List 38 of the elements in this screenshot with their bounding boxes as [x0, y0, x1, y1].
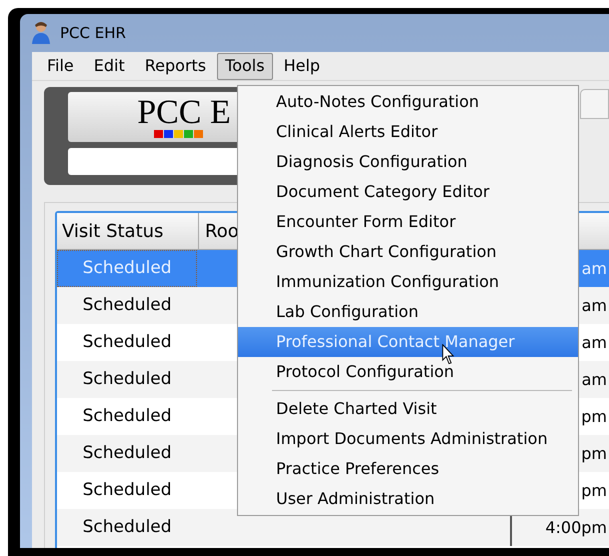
table-cell-text: Scheduled — [82, 442, 173, 465]
table-cell-text: Scheduled — [82, 478, 173, 502]
person-icon — [30, 21, 52, 45]
table-cell-text: Scheduled — [82, 368, 173, 391]
table-cell-text: am — [582, 258, 607, 280]
table-cell-text: am — [582, 294, 607, 316]
menu-item[interactable]: Practice Preferences — [238, 454, 578, 484]
menu-item[interactable]: Clinical Alerts Editor — [238, 117, 578, 147]
menu-item[interactable]: File — [38, 52, 83, 80]
column-header[interactable]: Visit Status — [57, 213, 199, 250]
menu-item[interactable]: Protocol Configuration — [238, 357, 578, 387]
table-cell-text: pm — [581, 480, 607, 502]
menu-item[interactable]: Document Category Editor — [238, 177, 578, 207]
window-title: PCC EHR — [60, 22, 126, 44]
menu-item[interactable]: Lab Configuration — [238, 297, 578, 327]
table-cell-text: am — [582, 368, 607, 390]
table-cell-text: pm — [581, 442, 607, 464]
menu-item[interactable]: Growth Chart Configuration — [238, 237, 578, 267]
menu-item[interactable]: Reports — [136, 52, 216, 80]
menu-item[interactable]: Import Documents Administration — [238, 424, 578, 454]
menu-item[interactable]: Tools — [217, 52, 273, 80]
logo-button[interactable]: PCC E — [68, 92, 240, 142]
menu-item[interactable]: Immunization Configuration — [238, 267, 578, 297]
table-cell-text: am — [582, 332, 607, 354]
menu-item[interactable]: Diagnosis Configuration — [238, 147, 578, 177]
table-cell-text: Scheduled — [82, 404, 173, 428]
menu-item[interactable]: Edit — [84, 52, 134, 80]
table-cell-text: Scheduled — [82, 330, 173, 354]
table-cell-text: pm — [581, 406, 607, 428]
logo-text: PCC E — [136, 96, 231, 130]
menu-item[interactable]: Auto-Notes Configuration — [238, 87, 578, 117]
table-cell-text: Scheduled — [82, 294, 173, 317]
table-cell-text: 4:00pm — [545, 516, 607, 538]
menu-item[interactable]: Encounter Form Editor — [238, 207, 578, 237]
tab[interactable] — [580, 89, 609, 119]
menu-item[interactable]: Help — [274, 52, 330, 80]
table-cell-text: Scheduled — [82, 516, 173, 539]
menu-item[interactable]: Delete Charted Visit — [238, 394, 578, 424]
